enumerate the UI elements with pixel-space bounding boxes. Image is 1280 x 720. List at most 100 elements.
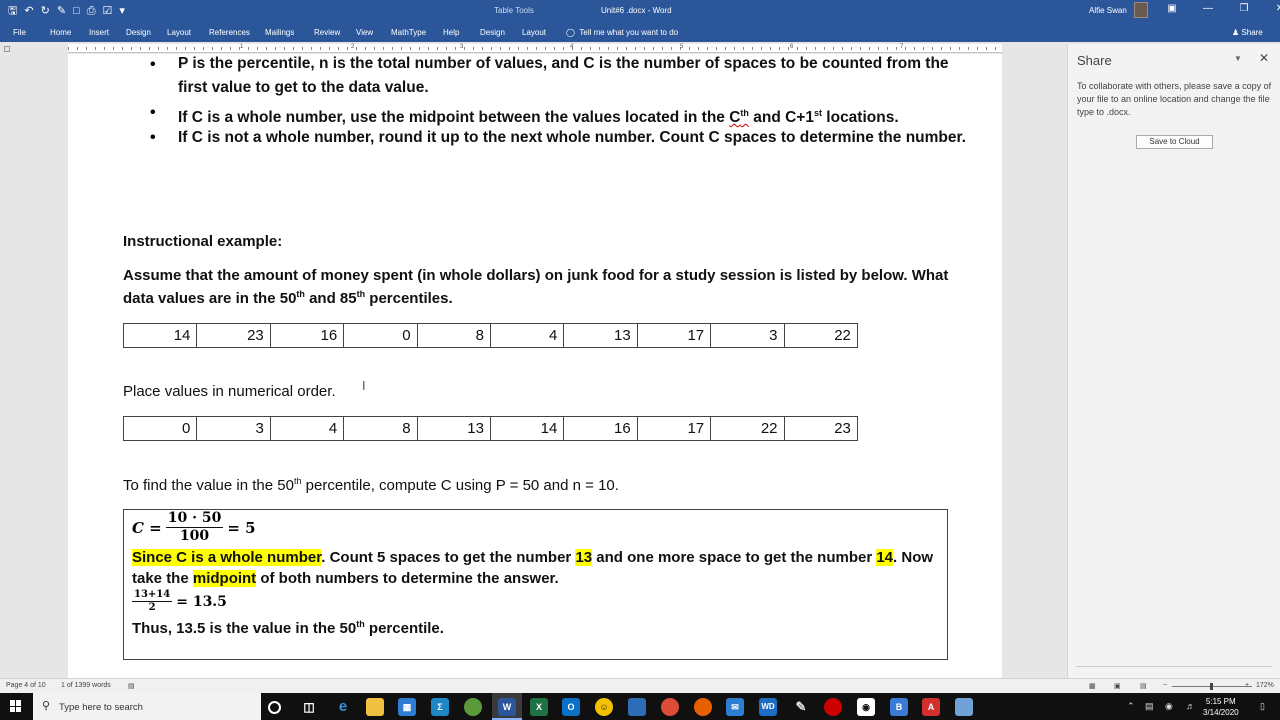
table-cell[interactable]: 17 [636, 323, 712, 348]
mail-icon[interactable]: ✉ [726, 698, 744, 716]
zoom-in-icon[interactable]: + [1245, 682, 1249, 689]
tab-references[interactable]: References [209, 28, 250, 37]
tab-mailings[interactable]: Mailings [265, 28, 294, 37]
user-name[interactable]: Alfie Swan [1089, 6, 1127, 15]
edge-icon[interactable]: e [334, 698, 352, 716]
tab-layout[interactable]: Layout [167, 28, 191, 37]
outlook-icon[interactable]: O [562, 698, 580, 716]
tab-file[interactable]: File [13, 28, 26, 37]
work-box[interactable]: C = 10 · 50 100 = 5 Since C is a whole n… [123, 509, 948, 660]
table-cell[interactable]: 22 [783, 323, 858, 348]
table-cell[interactable]: 16 [563, 416, 638, 441]
tab-design[interactable]: Design [126, 28, 151, 37]
proofing-icon[interactable]: ▤ [128, 682, 135, 690]
taskbar-search[interactable]: ⚲ Type here to search [33, 693, 261, 720]
table-cell[interactable]: 17 [636, 416, 712, 441]
zoom-slider-handle[interactable] [1210, 683, 1213, 690]
minimize-icon[interactable]: — [1202, 3, 1214, 14]
save-icon[interactable]: 🖫 [8, 4, 17, 18]
table-cell[interactable]: 14 [122, 323, 198, 348]
tab-home[interactable]: Home [50, 28, 71, 37]
table-cell[interactable]: 13 [563, 323, 638, 348]
customize-qat-icon[interactable]: ▾ [119, 4, 125, 18]
app-icon[interactable]: ☺ [595, 698, 613, 716]
app-icon[interactable]: ✎ [792, 698, 810, 716]
table-cell[interactable]: 8 [343, 416, 418, 441]
table-cell[interactable]: 22 [710, 416, 785, 441]
app-icon[interactable] [464, 698, 482, 716]
show-hidden-icons-icon[interactable]: ⌃ [1127, 701, 1135, 712]
word-icon[interactable]: W [498, 698, 516, 716]
zoom-level[interactable]: 172% [1256, 682, 1274, 689]
table-cell[interactable]: 3 [710, 323, 785, 348]
mathtype-icon[interactable]: Σ [431, 698, 449, 716]
store-icon[interactable]: ▦ [398, 698, 416, 716]
windows-start-icon[interactable] [10, 700, 22, 712]
print-icon[interactable]: ⎙ [87, 4, 96, 18]
tab-mathtype[interactable]: MathType [391, 28, 426, 37]
sorted-table[interactable]: 0 3 4 8 13 14 16 17 22 23 [122, 416, 858, 441]
close-icon[interactable]: ✕ [1259, 51, 1269, 65]
undo-icon[interactable]: ↶ [24, 4, 33, 18]
spelling-squiggle[interactable]: Cth [729, 108, 749, 126]
table-cell[interactable]: 0 [343, 323, 418, 348]
system-clock[interactable]: 5:15 PM 3/14/2020 [1203, 696, 1239, 718]
volume-icon[interactable]: ♬ [1186, 701, 1195, 711]
app-icon[interactable] [628, 698, 646, 716]
table-cell[interactable]: 4 [269, 416, 345, 441]
app-icon[interactable]: B [890, 698, 908, 716]
table-cell[interactable]: 23 [783, 416, 858, 441]
tab-view[interactable]: View [356, 28, 373, 37]
camera-icon[interactable]: ◉ [857, 698, 875, 716]
table-cell[interactable]: 13 [416, 416, 491, 441]
new-document-icon[interactable]: □ [73, 4, 80, 18]
redo-icon[interactable]: ↻ [41, 4, 50, 18]
table-cell[interactable]: 3 [196, 416, 271, 441]
network-icon[interactable]: ▤ [1145, 701, 1154, 712]
format-painter-icon[interactable]: ✎ [57, 4, 66, 18]
tab-selector[interactable] [4, 46, 10, 52]
share-pane: Share ▼ ✕ To collaborate with others, pl… [1067, 44, 1280, 678]
tell-me-search[interactable]: ◯ Tell me what you want to do [566, 28, 678, 37]
print-layout-icon[interactable]: ▣ [1114, 682, 1121, 690]
share-button[interactable]: ♟ Share [1232, 28, 1263, 37]
ribbon-display-icon[interactable]: ▣ [1166, 3, 1178, 14]
table-cell[interactable]: 4 [489, 323, 565, 348]
tab-insert[interactable]: Insert [89, 28, 109, 37]
document-page[interactable]: • P is the percentile, n is the total nu… [68, 54, 1002, 679]
record-icon[interactable] [824, 698, 842, 716]
restore-icon[interactable]: ❐ [1238, 3, 1250, 14]
read-mode-icon[interactable]: ▦ [1089, 682, 1096, 690]
close-icon[interactable]: ✕ [1274, 3, 1280, 14]
app-tray-icon[interactable]: ◉ [1165, 701, 1173, 712]
word-count[interactable]: 1 of 1399 words [61, 682, 111, 689]
avatar[interactable] [1134, 2, 1148, 18]
chevron-down-icon[interactable]: ▼ [1234, 54, 1242, 63]
wd-icon[interactable]: WD [759, 698, 777, 716]
cortana-icon[interactable] [268, 701, 281, 714]
page-indicator[interactable]: Page 4 of 10 [6, 682, 46, 689]
chrome-icon[interactable] [661, 698, 679, 716]
excel-icon[interactable]: X [530, 698, 548, 716]
app-icon[interactable] [955, 698, 973, 716]
web-layout-icon[interactable]: ▤ [1140, 682, 1147, 690]
file-explorer-icon[interactable] [366, 698, 384, 716]
table-cell[interactable]: 16 [269, 323, 345, 348]
checklist-icon[interactable]: ☑ [103, 4, 113, 18]
table-cell[interactable]: 0 [122, 416, 198, 441]
notifications-icon[interactable]: ▯ [1260, 701, 1265, 712]
zoom-out-icon[interactable]: − [1163, 682, 1167, 689]
firefox-icon[interactable] [694, 698, 712, 716]
table-cell[interactable]: 23 [196, 323, 271, 348]
tab-help[interactable]: Help [443, 28, 459, 37]
table-cell[interactable]: 14 [489, 416, 565, 441]
table-cell[interactable]: 8 [416, 323, 491, 348]
horizontal-ruler[interactable]: 1 2 3 4 5 6 7 [68, 44, 1002, 53]
save-to-cloud-button[interactable]: Save to Cloud [1136, 135, 1213, 149]
task-view-icon[interactable]: ◫ [300, 698, 318, 716]
acrobat-icon[interactable]: A [922, 698, 940, 716]
data-table[interactable]: 14 23 16 0 8 4 13 17 3 22 [122, 323, 858, 348]
tab-review[interactable]: Review [314, 28, 340, 37]
tab-table-design[interactable]: Design [480, 28, 505, 37]
tab-table-layout[interactable]: Layout [522, 28, 546, 37]
